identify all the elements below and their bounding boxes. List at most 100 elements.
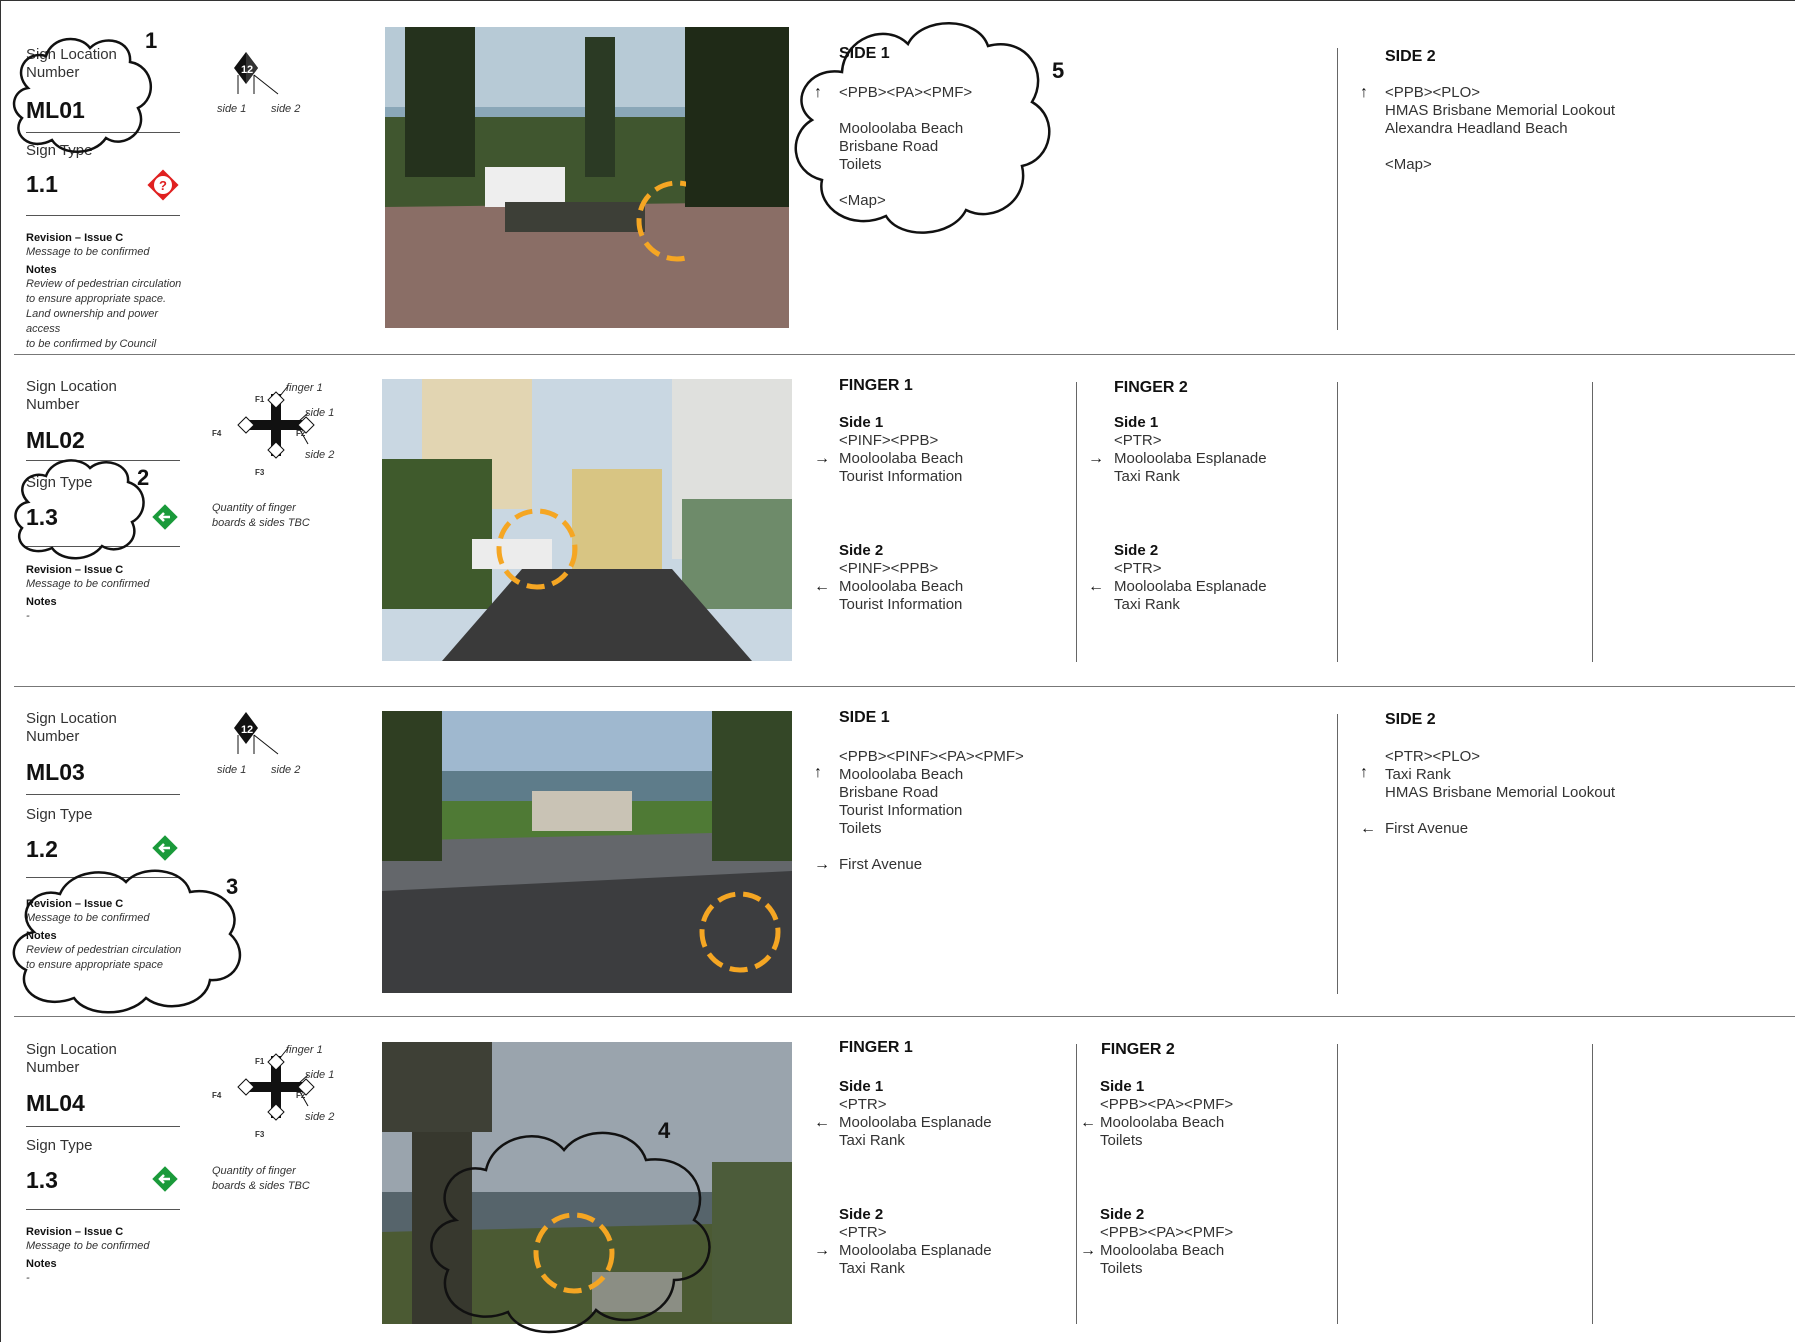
side-1-text: <PPB><PA><PMF> Mooloolaba Beach Brisbane… bbox=[839, 84, 973, 209]
left-arrow-icon: ← bbox=[1360, 820, 1376, 837]
column-divider bbox=[1337, 382, 1338, 662]
column-divider bbox=[1592, 382, 1593, 662]
left-arrow-diamond-icon bbox=[152, 835, 178, 861]
divider bbox=[26, 1126, 180, 1127]
side-2-heading: SIDE 2 bbox=[1385, 48, 1436, 65]
revision-block: Revision – Issue C Message to be confirm… bbox=[26, 232, 182, 350]
sign-location-number: ML02 bbox=[26, 427, 85, 453]
finger-1-side-2: Side 2 <PINF><PPB> Mooloolaba Beach Tour… bbox=[839, 542, 964, 613]
cloud-label-3: 3 bbox=[226, 874, 239, 899]
location-photo bbox=[385, 27, 789, 328]
divider bbox=[26, 877, 180, 878]
left-arrow-diamond-icon bbox=[152, 1166, 178, 1192]
f3-label: F3 bbox=[255, 1130, 265, 1139]
right-arrow-icon: → bbox=[1088, 450, 1104, 467]
sign-type-label: Sign Type bbox=[26, 806, 93, 823]
column-divider bbox=[1076, 1044, 1077, 1324]
two-side-sign-diagram: 1 2 bbox=[234, 712, 279, 755]
finger-1-side-1: Side 1 <PINF><PPB> Mooloolaba Beach Tour… bbox=[839, 414, 964, 485]
sign-row-ml03: Sign Location Number ML03 Sign Type 1.2 … bbox=[0, 686, 1795, 1018]
finger-2-side-2: Side 2 <PTR> Mooloolaba Esplanade Taxi R… bbox=[1114, 542, 1267, 613]
finger-2-side-2: Side 2 <PPB><PA><PMF> Mooloolaba Beach T… bbox=[1100, 1206, 1234, 1277]
sign-type-label: Sign Type bbox=[26, 1137, 93, 1154]
svg-text:2: 2 bbox=[247, 64, 253, 76]
location-photo bbox=[382, 379, 792, 661]
side-1-text: <PPB><PINF><PA><PMF> Mooloolaba Beach Br… bbox=[839, 748, 1024, 873]
finger-1-caption: finger 1 bbox=[286, 1044, 323, 1056]
side-1-caption: side 1 bbox=[305, 407, 335, 419]
divider bbox=[26, 794, 180, 795]
sign-row-ml01: Sign Location Number ML01 Sign Type 1.1 … bbox=[0, 0, 1795, 350]
finger-1-side-1: Side 1 <PTR> Mooloolaba Esplanade Taxi R… bbox=[839, 1078, 992, 1149]
left-arrow-icon: ← bbox=[814, 578, 830, 595]
f3-label: F3 bbox=[255, 468, 265, 477]
left-arrow-icon: ← bbox=[1088, 578, 1104, 595]
finger-1-heading: FINGER 1 bbox=[839, 1039, 913, 1056]
orange-marker-circle bbox=[699, 891, 781, 973]
finger-sign-diagram bbox=[237, 1047, 315, 1121]
quantity-note: Quantity of finger boards & sides TBC bbox=[212, 1165, 310, 1192]
side-2-caption: side 2 bbox=[271, 103, 301, 115]
f4-label: F4 bbox=[212, 1091, 222, 1100]
up-arrow-icon: ↑ bbox=[814, 84, 822, 101]
sign-location-label: Sign Location Number bbox=[26, 46, 117, 81]
orange-marker-circle bbox=[533, 1212, 615, 1294]
divider bbox=[26, 1209, 180, 1210]
up-arrow-icon: ↑ bbox=[1360, 764, 1368, 781]
column-divider bbox=[1337, 714, 1338, 994]
side-2-heading: SIDE 2 bbox=[1385, 711, 1436, 728]
quantity-note: Quantity of finger boards & sides TBC bbox=[212, 502, 310, 529]
side-1-heading: SIDE 1 bbox=[839, 709, 890, 726]
sign-type-label: Sign Type bbox=[26, 142, 93, 159]
column-divider bbox=[1337, 48, 1338, 330]
divider bbox=[26, 460, 180, 461]
column-divider bbox=[1592, 1044, 1593, 1324]
sign-row-ml04: Sign Location Number ML04 Sign Type 1.3 … bbox=[0, 1016, 1795, 1342]
cloud-label-4: 4 bbox=[658, 1118, 671, 1143]
side-2-caption: side 2 bbox=[305, 1111, 335, 1123]
finger-1-heading: FINGER 1 bbox=[839, 377, 913, 394]
column-divider bbox=[1337, 1044, 1338, 1324]
sign-location-label: Sign Location Number bbox=[26, 710, 117, 745]
side-2-caption: side 2 bbox=[305, 449, 335, 461]
side-2-text: <PTR><PLO> Taxi Rank HMAS Brisbane Memor… bbox=[1385, 748, 1616, 837]
finger-1-side-2: Side 2 <PTR> Mooloolaba Esplanade Taxi R… bbox=[839, 1206, 992, 1277]
sign-type-label: Sign Type bbox=[26, 474, 93, 491]
side-1-caption: side 1 bbox=[217, 764, 247, 776]
left-arrow-diamond-icon bbox=[152, 504, 178, 530]
column-divider bbox=[1076, 382, 1077, 662]
right-arrow-icon: → bbox=[1080, 1242, 1096, 1259]
orange-marker-circle bbox=[636, 180, 686, 262]
orange-marker-circle bbox=[496, 508, 578, 590]
finger-2-heading: FINGER 2 bbox=[1114, 379, 1188, 396]
side-1-heading: SIDE 1 bbox=[839, 45, 890, 62]
revision-block: Revision – Issue C Message to be confirm… bbox=[26, 1226, 150, 1284]
cloud-label-2: 2 bbox=[137, 465, 150, 490]
left-arrow-icon: ← bbox=[1080, 1114, 1096, 1131]
cloud-label-1: 1 bbox=[145, 28, 158, 53]
divider bbox=[26, 546, 180, 547]
f4-label: F4 bbox=[212, 429, 222, 438]
sign-location-label: Sign Location Number bbox=[26, 1041, 117, 1076]
up-arrow-icon: ↑ bbox=[1360, 84, 1368, 101]
svg-text:2: 2 bbox=[247, 724, 253, 736]
two-side-sign-diagram: 1 2 bbox=[234, 52, 279, 95]
sign-location-label: Sign Location Number bbox=[26, 378, 117, 413]
svg-text:?: ? bbox=[159, 178, 167, 193]
revision-block: Revision – Issue C Message to be confirm… bbox=[26, 898, 182, 971]
divider bbox=[26, 132, 180, 133]
right-arrow-icon: → bbox=[814, 856, 830, 873]
sign-location-number: ML03 bbox=[26, 759, 85, 785]
f2-label: F2 bbox=[296, 429, 306, 438]
side-2-text: <PPB><PLO> HMAS Brisbane Memorial Lookou… bbox=[1385, 84, 1616, 173]
f1-label: F1 bbox=[255, 1057, 265, 1066]
finger-sign-diagram bbox=[237, 385, 315, 459]
f2-label: F2 bbox=[296, 1091, 306, 1100]
sign-location-number: ML04 bbox=[26, 1090, 85, 1116]
revision-block: Revision – Issue C Message to be confirm… bbox=[26, 564, 150, 622]
finger-2-side-1: Side 1 <PTR> Mooloolaba Esplanade Taxi R… bbox=[1114, 414, 1267, 485]
left-arrow-icon: ← bbox=[814, 1114, 830, 1131]
side-1-caption: side 1 bbox=[305, 1069, 335, 1081]
sign-row-ml02: Sign Location Number ML02 Sign Type 1.3 … bbox=[0, 354, 1795, 686]
right-arrow-icon: → bbox=[814, 1242, 830, 1259]
